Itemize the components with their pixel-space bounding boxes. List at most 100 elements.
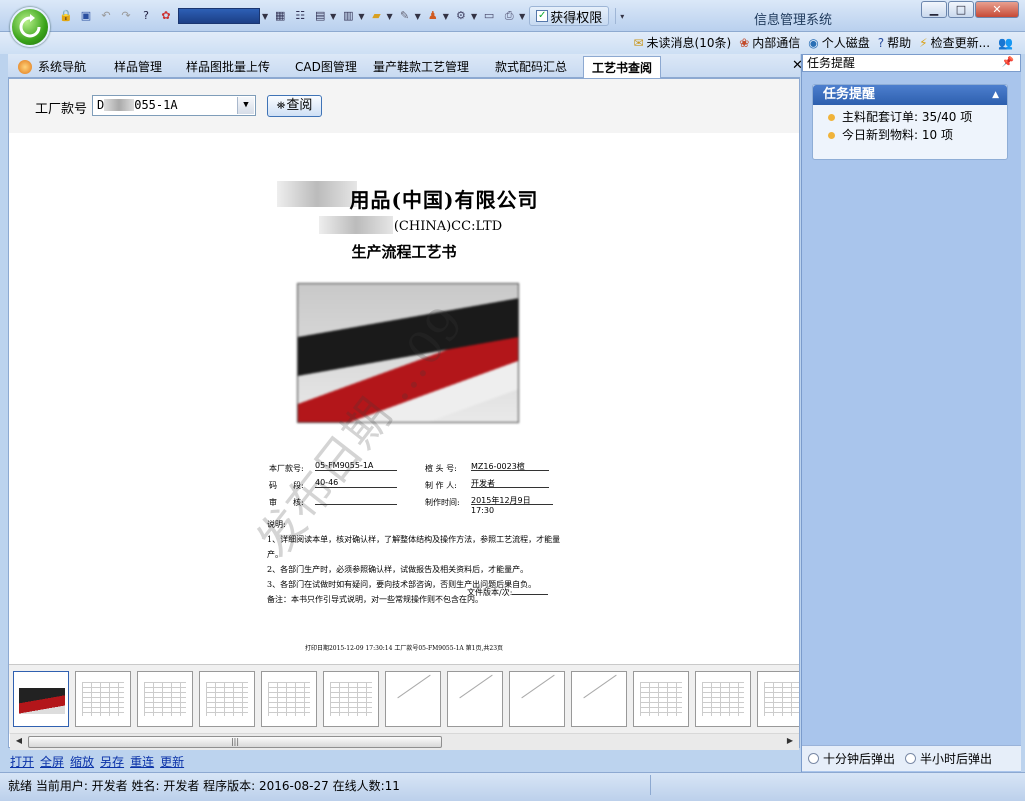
- tab-sample-batch-upload[interactable]: 样品图批量上传: [186, 56, 270, 78]
- undo-icon[interactable]: ↶: [98, 8, 114, 24]
- query-button[interactable]: ⛯查阅: [267, 95, 322, 117]
- save-icon[interactable]: ▣: [78, 8, 94, 24]
- note-line: 2、各部门生产时，必须参照确认样，试做报告及相关资料后，才能量产。: [267, 565, 529, 574]
- doc-version: 文件版本/次:: [467, 587, 549, 598]
- bullet-icon: [828, 132, 835, 139]
- header-links-bar: ✉ 未读消息(10条) ❀ 内部通信 ◉ 个人磁盘 ? 帮助 ⚡ 检查更新... 👥: [0, 32, 1025, 54]
- chevron-down-icon[interactable]: ▼: [358, 12, 364, 21]
- scroll-left-icon[interactable]: ◀: [12, 736, 26, 748]
- maximize-button[interactable]: □: [948, 1, 974, 18]
- page-thumbnail[interactable]: [75, 671, 131, 727]
- page-thumbnail[interactable]: [633, 671, 689, 727]
- popup-10min-option[interactable]: 十分钟后弹出: [808, 750, 895, 767]
- page-thumbnail[interactable]: [757, 671, 799, 727]
- chevron-down-icon[interactable]: ▼: [262, 12, 268, 21]
- task-item[interactable]: 今日新到物料: 10 项: [813, 126, 1007, 144]
- folder-icon[interactable]: ▰: [368, 8, 384, 24]
- binoculars-icon: ⛯: [276, 99, 286, 112]
- help-circle-icon[interactable]: ?: [138, 8, 154, 24]
- maker-field-label: 制 作 人:: [425, 481, 457, 490]
- layout-icon[interactable]: ▤: [312, 8, 328, 24]
- header-link-3[interactable]: ? 帮助: [878, 34, 911, 51]
- refresh-icon: [19, 14, 41, 38]
- pin-icon[interactable]: 📌: [1002, 55, 1014, 71]
- help-icon: ?: [877, 35, 885, 50]
- scrollbar-thumb[interactable]: |||: [28, 736, 442, 748]
- header-link-1[interactable]: ❀ 内部通信: [739, 34, 800, 51]
- page-thumbnail[interactable]: [447, 671, 503, 727]
- customize-toolbar-icon[interactable]: ▾: [620, 12, 624, 21]
- chevron-down-icon[interactable]: ▼: [237, 97, 254, 114]
- page-thumbnail[interactable]: [571, 671, 627, 727]
- maker-field-value: 开发者: [471, 478, 549, 488]
- page-thumbnail[interactable]: [509, 671, 565, 727]
- minimize-button[interactable]: ▁: [921, 1, 947, 18]
- page-thumbnail[interactable]: [13, 671, 69, 727]
- last-no-field-value: MZ16-0023楦: [471, 461, 549, 471]
- fullscreen-link[interactable]: 全屏: [40, 753, 64, 770]
- tab-strip: 系统导航 样品管理 样品图批量上传 CAD图管理 量产鞋款工艺管理 款式配码汇总…: [8, 54, 803, 78]
- chevron-down-icon[interactable]: ▼: [386, 12, 392, 21]
- tab-sample-management[interactable]: 样品管理: [114, 56, 162, 78]
- filter-icon[interactable]: ▥: [340, 8, 356, 24]
- tab-size-summary[interactable]: 款式配码汇总: [495, 56, 567, 78]
- users-icon[interactable]: 👥: [998, 36, 1013, 50]
- grid-icon[interactable]: ▦: [272, 8, 288, 24]
- search-bar: 工厂款号 D 055-1A ▼ ⛯查阅: [9, 79, 799, 133]
- chevron-down-icon[interactable]: ▼: [471, 12, 477, 21]
- header-link-4[interactable]: ⚡ 检查更新...: [919, 34, 990, 51]
- header-link-0[interactable]: ✉ 未读消息(10条): [633, 34, 731, 51]
- collapse-icon[interactable]: ▲: [992, 85, 999, 105]
- time-field-label: 制作时间:: [425, 498, 460, 507]
- page-thumbnail[interactable]: [695, 671, 751, 727]
- page-thumbnail[interactable]: [199, 671, 255, 727]
- radio-icon[interactable]: [905, 753, 917, 764]
- toolbar-combo[interactable]: [178, 8, 260, 24]
- save-as-link[interactable]: 另存: [100, 753, 124, 770]
- task-panel-header: 任务提醒 📌: [802, 54, 1021, 72]
- update-link[interactable]: 更新: [160, 753, 184, 770]
- radio-icon[interactable]: [808, 753, 819, 764]
- tab-cad-management[interactable]: CAD图管理: [295, 56, 357, 78]
- status-segment: [650, 775, 1015, 795]
- page-thumbnail[interactable]: [385, 671, 441, 727]
- page-thumbnail[interactable]: [323, 671, 379, 727]
- page-thumbnail-strip: [9, 664, 799, 734]
- open-link[interactable]: 打开: [10, 753, 34, 770]
- palette-icon[interactable]: ✿: [158, 8, 174, 24]
- chevron-down-icon[interactable]: ▼: [443, 12, 449, 21]
- task-panel: 任务提醒 📌 任务提醒 ▲ 主料配套订单: 35/40 项 今日新到物料: 10…: [801, 54, 1021, 772]
- chevron-down-icon[interactable]: ▼: [519, 12, 525, 21]
- window-icon[interactable]: ▭: [481, 8, 497, 24]
- tab-process-book-lookup[interactable]: 工艺书查阅: [583, 56, 662, 78]
- app-menu-button[interactable]: [10, 7, 50, 47]
- page-thumbnail[interactable]: [137, 671, 193, 727]
- redo-icon[interactable]: ↷: [118, 8, 134, 24]
- scroll-right-icon[interactable]: ▶: [783, 736, 797, 748]
- tab-mass-production-process[interactable]: 量产鞋款工艺管理: [373, 56, 469, 78]
- print-icon[interactable]: ⎙: [501, 8, 517, 24]
- task-reminder-header[interactable]: 任务提醒 ▲: [813, 85, 1007, 105]
- chevron-down-icon[interactable]: ▼: [415, 12, 421, 21]
- time-field-value: 2015年12月9日 17:30: [471, 495, 553, 515]
- status-text: 就绪 当前用户: 开发者 姓名: 开发者 程序版本: 2016-08-27 在线…: [8, 779, 400, 793]
- lock-icon[interactable]: 🔒: [58, 8, 74, 24]
- chevron-down-icon[interactable]: ▼: [330, 12, 336, 21]
- page-thumbnail[interactable]: [261, 671, 317, 727]
- user-icon[interactable]: ♟: [425, 8, 441, 24]
- tree-icon[interactable]: ☷: [292, 8, 308, 24]
- tools-icon[interactable]: ✎: [397, 8, 413, 24]
- last-no-field-label: 楦 头 号:: [425, 464, 457, 473]
- permission-toggle[interactable]: ✓ 获得权限: [529, 6, 610, 26]
- reconnect-link[interactable]: 重连: [130, 753, 154, 770]
- popup-30min-option[interactable]: 半小时后弹出: [905, 750, 992, 767]
- zoom-link[interactable]: 缩放: [70, 753, 94, 770]
- header-link-2[interactable]: ◉ 个人磁盘: [808, 34, 870, 51]
- close-button[interactable]: ✕: [975, 1, 1019, 18]
- task-item[interactable]: 主料配套订单: 35/40 项: [813, 108, 1007, 126]
- tab-system-nav[interactable]: 系统导航: [18, 56, 86, 78]
- horizontal-scrollbar[interactable]: ◀ ||| ▶: [10, 733, 799, 750]
- task-reminder-box: 任务提醒 ▲ 主料配套订单: 35/40 项 今日新到物料: 10 项: [812, 84, 1008, 160]
- settings-icon[interactable]: ⚙: [453, 8, 469, 24]
- factory-no-combo[interactable]: D 055-1A ▼: [92, 95, 256, 116]
